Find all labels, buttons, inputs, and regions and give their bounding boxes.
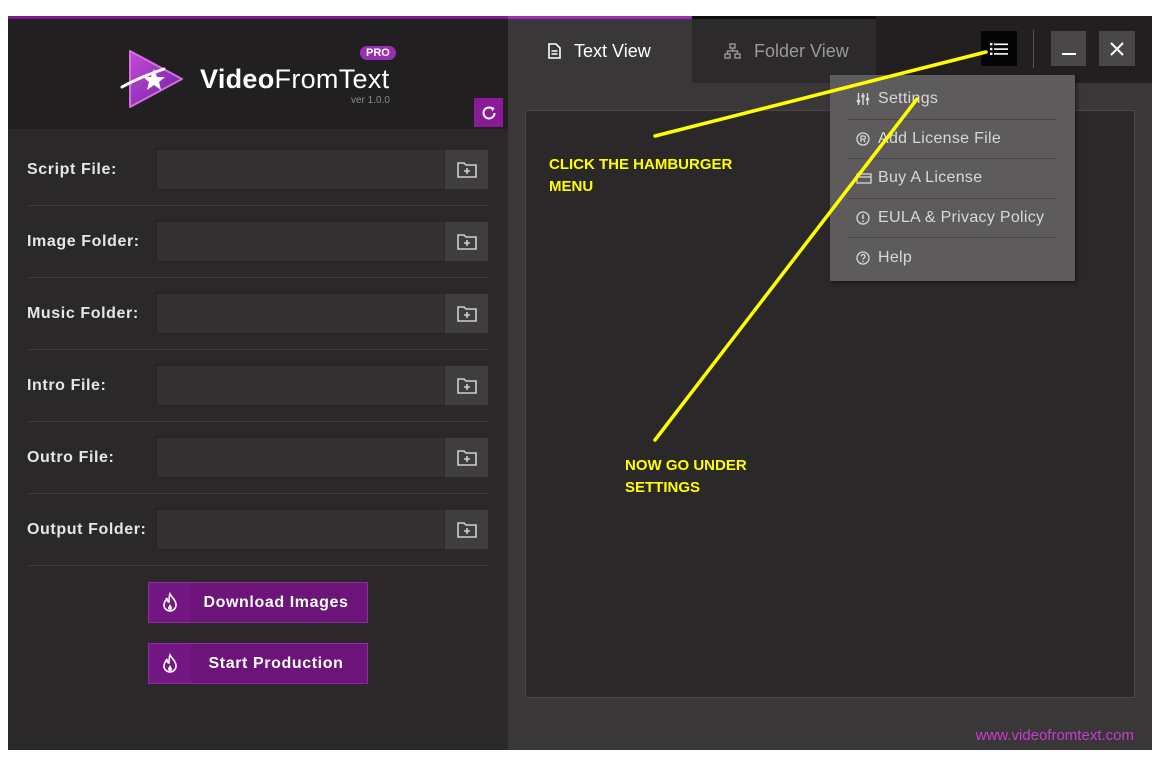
image-folder-input[interactable] bbox=[156, 221, 444, 262]
app-logo-icon bbox=[120, 50, 183, 108]
folder-add-icon bbox=[456, 161, 477, 178]
script-file-browse-button[interactable] bbox=[444, 150, 488, 189]
intro-file-browse-button[interactable] bbox=[444, 366, 488, 405]
sitemap-icon bbox=[724, 43, 741, 59]
form-row-intro-file: Intro File: bbox=[27, 350, 489, 422]
hamburger-menu-button[interactable] bbox=[981, 31, 1017, 66]
refresh-button[interactable] bbox=[474, 98, 503, 127]
hamburger-list-icon bbox=[990, 42, 1008, 55]
folder-add-icon bbox=[456, 305, 477, 322]
left-panel: VideoFromText PRO ver 1.0.0 Script File:… bbox=[8, 16, 508, 750]
website-link[interactable]: www.videofromtext.com bbox=[976, 727, 1134, 744]
form-row-outro-file: Outro File: bbox=[27, 422, 489, 494]
info-icon bbox=[856, 211, 878, 225]
refresh-icon bbox=[482, 105, 495, 119]
annotation-click-hamburger: CLICK THE HAMBURGER MENU bbox=[549, 156, 733, 195]
close-icon bbox=[1110, 41, 1124, 56]
form-row-script-file: Script File: bbox=[27, 134, 489, 206]
script-file-label: Script File: bbox=[27, 161, 117, 178]
start-production-button[interactable]: Start Production bbox=[148, 643, 368, 684]
pro-badge: PRO bbox=[360, 46, 396, 60]
form-row-output-folder: Output Folder: bbox=[27, 494, 489, 566]
menu-item-buy-license-label: Buy A License bbox=[878, 169, 983, 187]
output-folder-browse-button[interactable] bbox=[444, 510, 488, 549]
menu-item-help[interactable]: Help bbox=[848, 238, 1057, 278]
sliders-icon bbox=[856, 92, 878, 106]
registered-icon bbox=[856, 132, 878, 146]
minimize-icon bbox=[1061, 52, 1076, 55]
document-icon bbox=[548, 43, 561, 59]
tab-folder-view-label: Folder View bbox=[754, 40, 849, 61]
folder-add-icon bbox=[456, 377, 477, 394]
menu-item-eula-privacy[interactable]: EULA & Privacy Policy bbox=[848, 199, 1057, 238]
start-production-label: Start Production bbox=[208, 654, 344, 672]
outro-file-browse-button[interactable] bbox=[444, 438, 488, 477]
intro-file-label: Intro File: bbox=[27, 377, 107, 394]
flame-icon bbox=[149, 583, 191, 622]
tab-bar: Text View Folder View bbox=[508, 16, 1152, 83]
cart-icon bbox=[856, 171, 878, 185]
version-label: ver 1.0.0 bbox=[351, 95, 390, 106]
music-folder-label: Music Folder: bbox=[27, 305, 139, 322]
folder-add-icon bbox=[456, 233, 477, 250]
tab-text-view-label: Text View bbox=[574, 40, 651, 61]
close-button[interactable] bbox=[1099, 31, 1135, 66]
menu-item-buy-license[interactable]: Buy A License bbox=[848, 159, 1057, 199]
script-file-input[interactable] bbox=[156, 149, 444, 190]
folder-add-icon bbox=[456, 521, 477, 538]
app-window: VideoFromText PRO ver 1.0.0 Script File:… bbox=[8, 16, 1152, 750]
outro-file-label: Outro File: bbox=[27, 449, 115, 466]
tab-folder-view[interactable]: Folder View bbox=[692, 16, 876, 83]
tab-text-view[interactable]: Text View bbox=[508, 16, 692, 83]
folder-add-icon bbox=[456, 449, 477, 466]
form-row-music-folder: Music Folder: bbox=[27, 278, 489, 350]
menu-item-help-label: Help bbox=[878, 248, 913, 266]
download-images-label: Download Images bbox=[203, 593, 349, 611]
output-folder-input[interactable] bbox=[156, 509, 444, 550]
toolbar-divider bbox=[1033, 30, 1034, 68]
menu-item-eula-label: EULA & Privacy Policy bbox=[878, 208, 1045, 226]
image-folder-label: Image Folder: bbox=[27, 233, 140, 250]
flame-icon bbox=[149, 644, 191, 683]
output-folder-label: Output Folder: bbox=[27, 521, 147, 538]
logo-area: VideoFromText PRO ver 1.0.0 bbox=[8, 16, 508, 129]
menu-item-add-license-file[interactable]: Add License File bbox=[848, 120, 1057, 159]
music-folder-browse-button[interactable] bbox=[444, 294, 488, 333]
image-folder-browse-button[interactable] bbox=[444, 222, 488, 261]
outro-file-input[interactable] bbox=[156, 437, 444, 478]
annotation-go-settings: NOW GO UNDER SETTINGS bbox=[625, 457, 747, 496]
download-images-button[interactable]: Download Images bbox=[148, 582, 368, 623]
menu-item-add-license-label: Add License File bbox=[878, 129, 1002, 147]
help-icon bbox=[856, 251, 878, 265]
minimize-button[interactable] bbox=[1051, 31, 1086, 66]
menu-item-settings[interactable]: Settings bbox=[848, 80, 1057, 120]
music-folder-input[interactable] bbox=[156, 293, 444, 334]
form-row-image-folder: Image Folder: bbox=[27, 206, 489, 278]
brand-name: VideoFromText bbox=[200, 64, 390, 94]
hamburger-dropdown-menu: Settings Add License File Buy A License … bbox=[830, 75, 1075, 281]
menu-item-settings-label: Settings bbox=[878, 90, 939, 108]
intro-file-input[interactable] bbox=[156, 365, 444, 406]
